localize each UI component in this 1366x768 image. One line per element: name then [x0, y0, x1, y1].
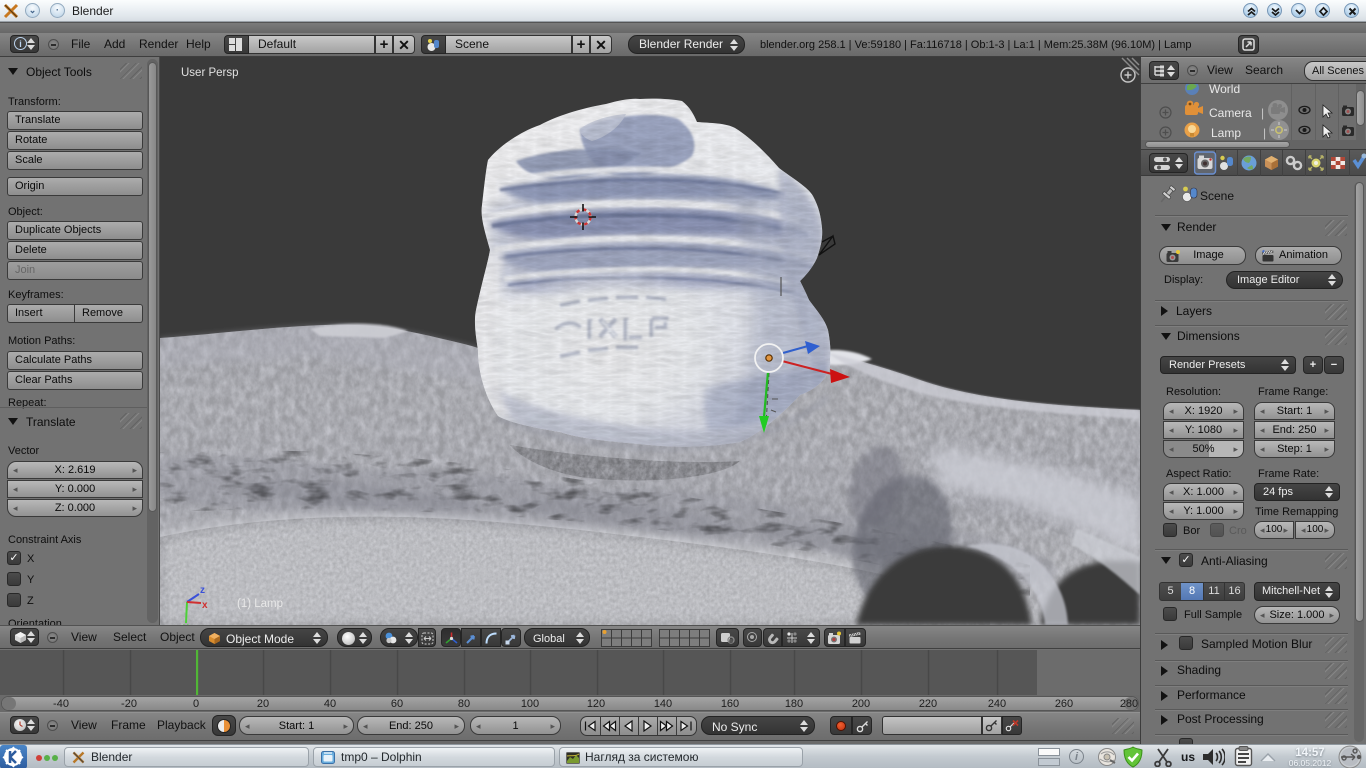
svg-text:240: 240 [988, 698, 1006, 710]
svg-text:160: 160 [721, 698, 739, 710]
svg-text:40: 40 [324, 698, 336, 710]
svg-text:180: 180 [785, 698, 803, 710]
svg-text:100: 100 [521, 698, 539, 710]
svg-text:|: | [1263, 126, 1266, 140]
svg-text:200: 200 [852, 698, 870, 710]
svg-text:220: 220 [919, 698, 937, 710]
svg-text:User Persp: User Persp [181, 67, 239, 79]
svg-text:20: 20 [257, 698, 269, 710]
svg-text:(1) Lamp: (1) Lamp [237, 598, 283, 610]
svg-text:120: 120 [587, 698, 605, 710]
svg-text:-40: -40 [53, 698, 69, 710]
svg-text:x: x [202, 600, 208, 611]
svg-text:140: 140 [654, 698, 672, 710]
svg-text:280: 280 [1120, 698, 1138, 710]
svg-text:Camera: Camera [1209, 106, 1252, 120]
svg-text:0: 0 [193, 698, 199, 710]
svg-text:|: | [1261, 106, 1264, 120]
svg-text:80: 80 [458, 698, 470, 710]
svg-text:World: World [1209, 84, 1240, 96]
svg-text:60: 60 [391, 698, 403, 710]
svg-text:260: 260 [1055, 698, 1073, 710]
svg-text:Lamp: Lamp [1211, 126, 1241, 140]
svg-text:z: z [200, 585, 205, 596]
svg-text:-20: -20 [121, 698, 137, 710]
